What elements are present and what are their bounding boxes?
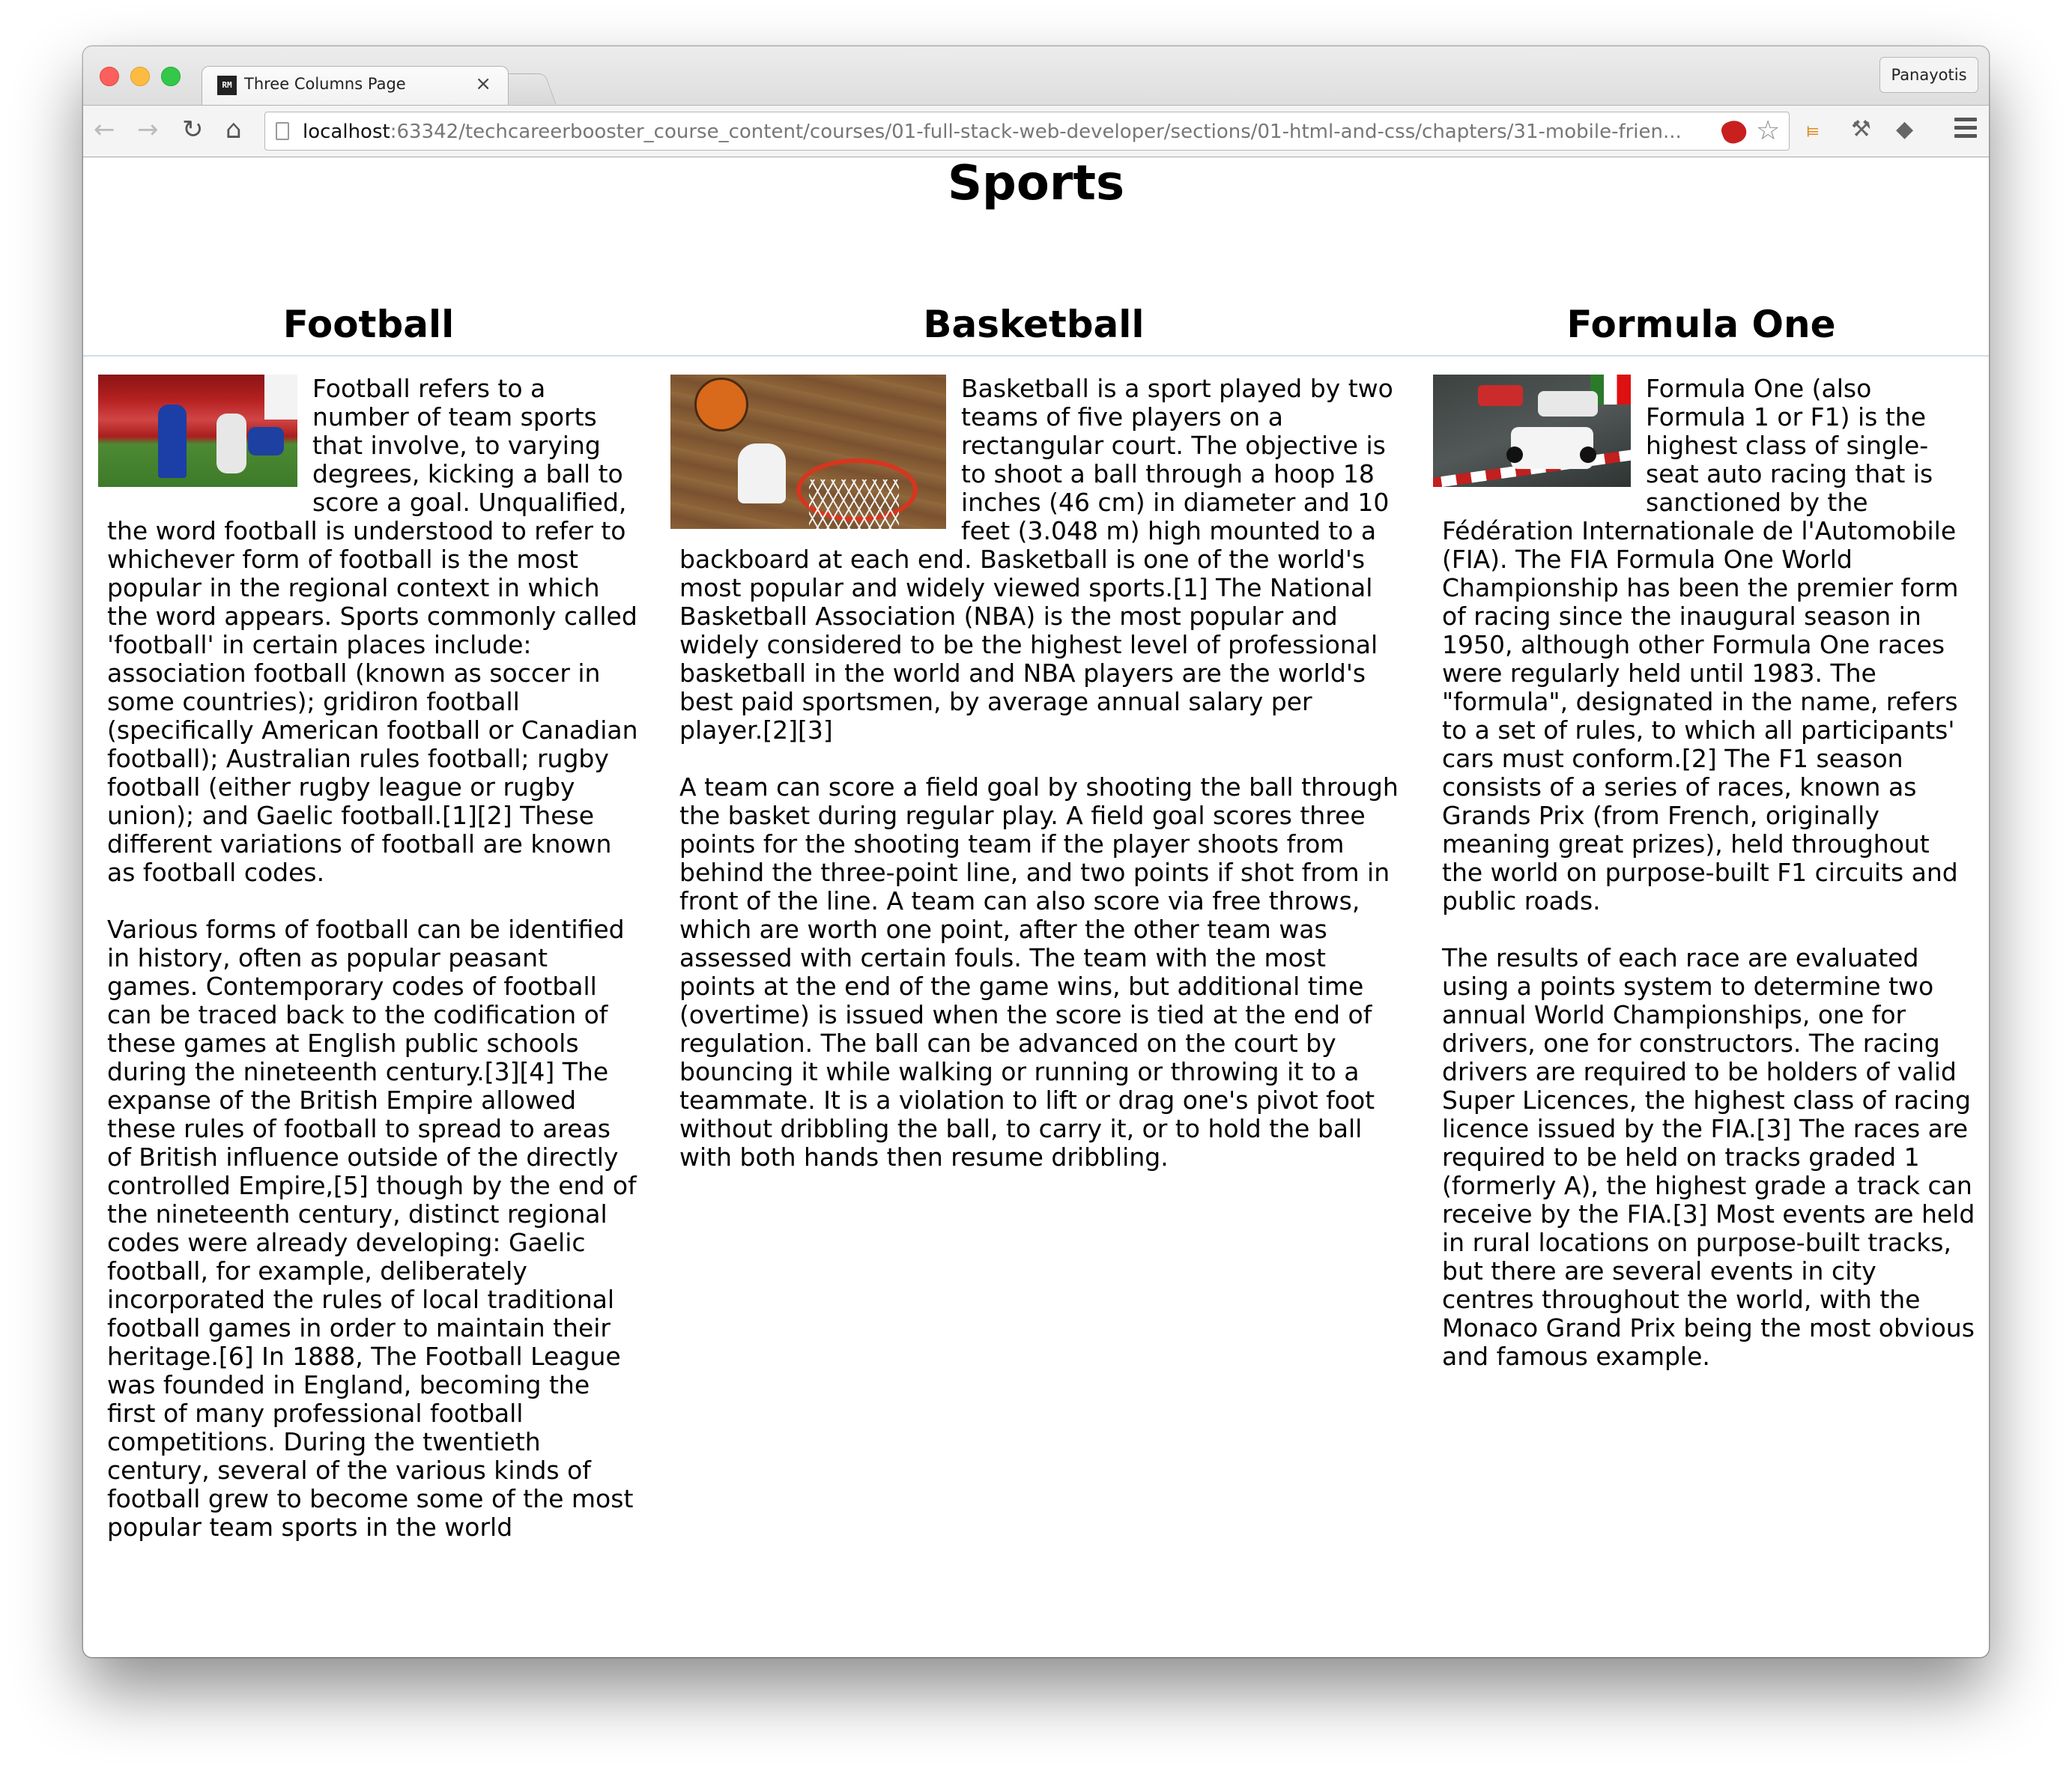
page-icon xyxy=(276,122,289,140)
basketball-heading: Basketball xyxy=(923,303,1145,346)
formula-one-column: Formula One (also Formula 1 or F1) is th… xyxy=(1433,375,1975,1399)
football-paragraph-2: Various forms of football can be identif… xyxy=(107,915,637,1542)
maximize-window-button[interactable] xyxy=(161,67,181,86)
basketball-image xyxy=(670,375,946,529)
football-image xyxy=(98,375,297,487)
tab-title: Three Columns Page xyxy=(244,75,406,93)
profile-button[interactable]: Panayotis xyxy=(1879,57,1978,93)
close-window-button[interactable] xyxy=(100,67,119,86)
football-column: Football refers to a number of team spor… xyxy=(98,375,639,1570)
browser-tab[interactable]: RM Three Columns Page × xyxy=(202,66,509,106)
address-bar[interactable]: localhost:63342/techcareerbooster_course… xyxy=(264,112,1790,151)
reload-icon[interactable]: ↻ xyxy=(182,113,204,146)
browser-window: RM Three Columns Page × Panayotis ← → ↻ … xyxy=(83,46,1989,1657)
formula-one-paragraph-2: The results of each race are evaluated u… xyxy=(1442,943,1975,1371)
bookmark-extension-icon[interactable]: ⫢ xyxy=(1806,116,1819,142)
hamburger-menu-icon[interactable] xyxy=(1954,118,1977,142)
favicon-icon: RM xyxy=(217,76,237,95)
evernote-extension-icon[interactable]: ◆ xyxy=(1896,116,1913,142)
tab-bar: RM Three Columns Page × Panayotis xyxy=(83,46,1989,106)
formula-one-heading: Formula One xyxy=(1566,303,1836,346)
minimize-window-button[interactable] xyxy=(130,67,150,86)
url-path: :63342/techcareerbooster_course_content/… xyxy=(390,121,1682,143)
basketball-column: Basketball is a sport played by two team… xyxy=(670,375,1402,1200)
home-icon[interactable]: ⌂ xyxy=(225,113,242,146)
star-icon[interactable]: ☆ xyxy=(1756,115,1780,146)
url-text: localhost:63342/techcareerbooster_course… xyxy=(303,121,1711,143)
basketball-paragraph-2: A team can score a field goal by shootin… xyxy=(679,772,1399,1172)
page-content: Sports Football Basketball Formula One F… xyxy=(83,156,1989,1657)
tab-close-icon[interactable]: × xyxy=(475,73,491,95)
back-arrow-icon[interactable]: ← xyxy=(94,113,115,146)
forward-arrow-icon[interactable]: → xyxy=(137,113,159,146)
header-divider xyxy=(83,355,1989,357)
formula-one-image xyxy=(1433,375,1631,487)
football-heading: Football xyxy=(282,303,455,346)
browser-toolbar: ← → ↻ ⌂ localhost:63342/techcareerbooste… xyxy=(83,105,1989,157)
url-host: localhost xyxy=(303,121,390,143)
page-title: Sports xyxy=(947,156,1125,211)
tools-extension-icon[interactable]: ⚒ xyxy=(1851,116,1871,142)
ruby-extension-icon[interactable] xyxy=(1718,117,1750,147)
